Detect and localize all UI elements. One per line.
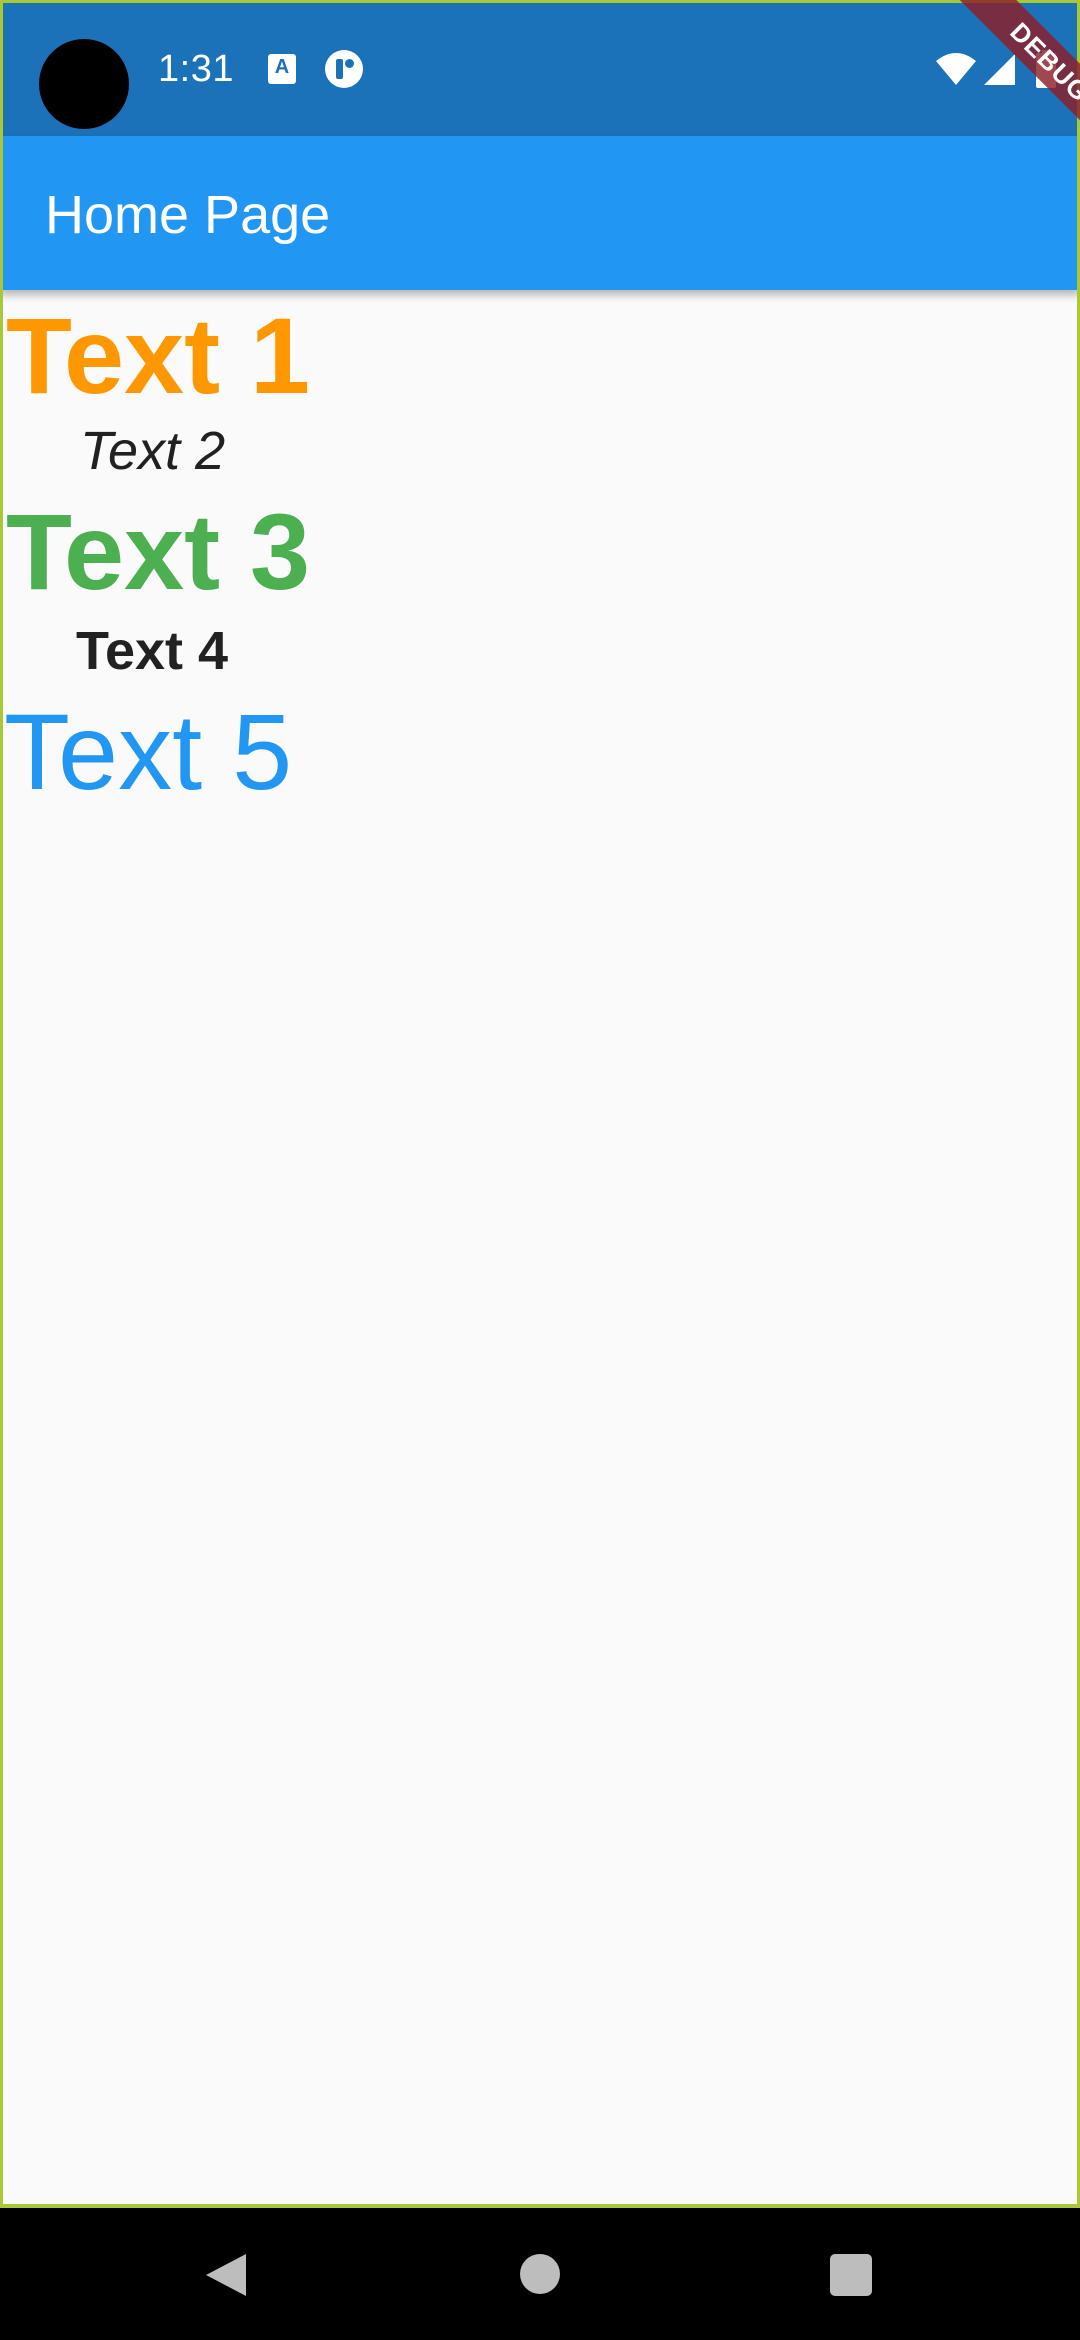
back-icon[interactable] [204, 2252, 248, 2298]
navigation-bar [0, 2208, 1080, 2340]
text-4: Text 4 [76, 621, 229, 681]
status-bar: 1:31 A DEBUG [0, 0, 1080, 136]
home-icon[interactable] [520, 2254, 560, 2294]
text-3: Text 3 [6, 491, 311, 612]
wifi-icon [936, 53, 976, 85]
app-notification-icon [325, 50, 363, 88]
recents-icon[interactable] [830, 2254, 872, 2296]
text-2: Text 2 [80, 421, 226, 481]
camera-cutout [39, 39, 129, 129]
text-1: Text 1 [6, 295, 311, 416]
translate-icon: A [268, 54, 296, 84]
app-bar: Home Page [0, 136, 1080, 290]
page-title: Home Page [45, 185, 331, 245]
signal-icon [984, 54, 1015, 85]
status-clock: 1:31 [158, 48, 234, 90]
text-5: Text 5 [4, 691, 293, 812]
